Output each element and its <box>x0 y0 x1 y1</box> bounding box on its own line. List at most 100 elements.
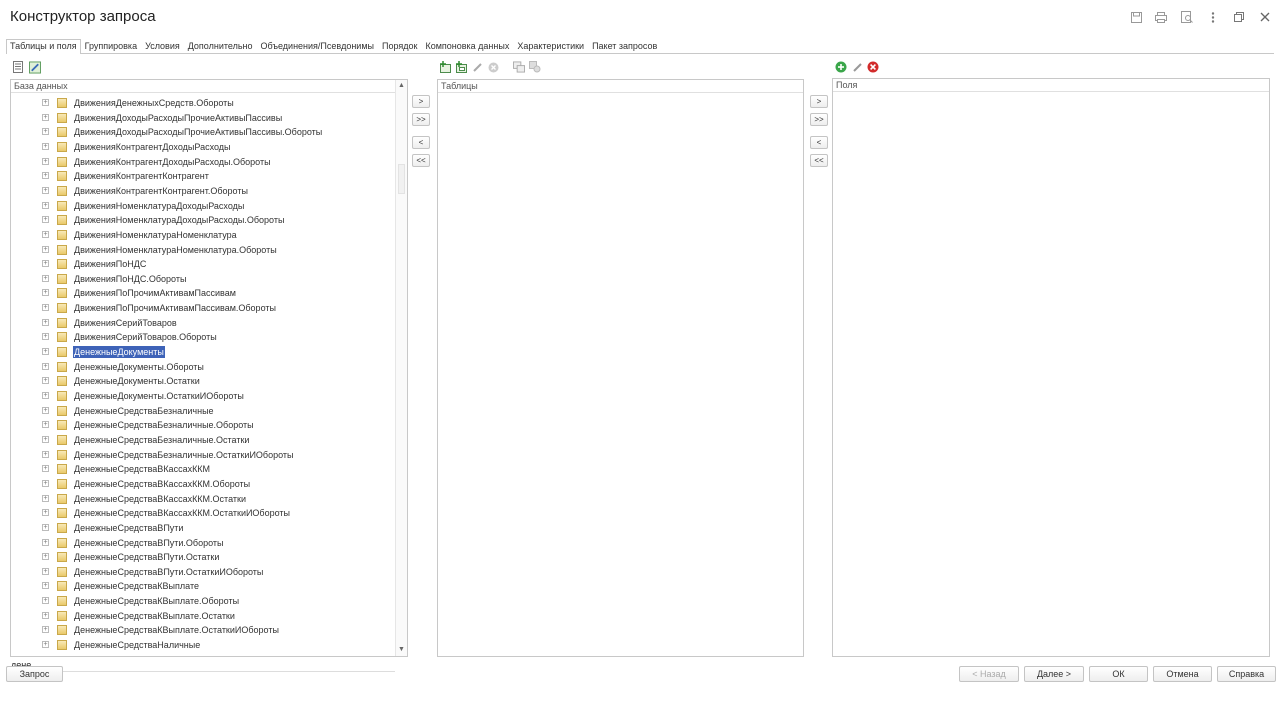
expand-icon[interactable]: + <box>42 406 49 414</box>
add-table-button[interactable]: > <box>412 95 430 108</box>
expand-icon[interactable]: + <box>42 99 49 106</box>
expand-icon[interactable]: + <box>42 333 49 341</box>
scroll-up-icon[interactable]: ▲ <box>398 82 405 89</box>
tree-item[interactable]: + ДенежныеСредстваБезналичные.Остатки <box>11 433 391 447</box>
expand-icon[interactable]: + <box>42 377 49 385</box>
scroll-down-icon[interactable]: ▼ <box>398 646 405 653</box>
tree-item[interactable]: + ДенежныеСредстваКВыплате.Остатки <box>11 609 391 623</box>
expand-icon[interactable]: + <box>42 611 49 619</box>
tree-item[interactable]: + ДвиженияНоменклатураДоходыРасходы.Оборо… <box>11 213 391 227</box>
tree-item[interactable]: + ДенежныеСредстваВПути.ОстаткиИОбороты <box>11 565 391 579</box>
add-table-icon[interactable] <box>439 61 451 73</box>
expand-icon[interactable]: + <box>42 362 49 370</box>
more-icon[interactable] <box>1205 9 1221 25</box>
tree-item[interactable]: + ДвиженияПоПрочимАктивамПассивам.Обороты <box>11 301 391 315</box>
delete-disabled-icon[interactable] <box>487 61 499 73</box>
tree-item[interactable]: + ДенежныеСредстваБезналичные.ОстаткиИОбо… <box>11 448 391 462</box>
expand-icon[interactable]: + <box>42 128 49 136</box>
tree-item[interactable]: + ДвиженияНоменклатураДоходыРасходы <box>11 199 391 213</box>
tree-item[interactable]: + ДенежныеСредстваВКассахККМ.ОстаткиИОбор… <box>11 506 391 520</box>
tree-item[interactable]: + ДвиженияКонтрагентКонтрагент.Обороты <box>11 184 391 198</box>
expand-icon[interactable]: + <box>42 523 49 531</box>
tab-unions-aliases[interactable]: Объединения/Псевдонимы <box>257 39 378 53</box>
database-scrollbar[interactable]: ▲ ▼ <box>395 80 407 656</box>
expand-icon[interactable]: + <box>42 172 49 180</box>
tab-additional[interactable]: Дополнительно <box>184 39 257 53</box>
add-field-button[interactable]: > <box>810 95 828 108</box>
add-all-fields-button[interactable]: >> <box>810 113 828 126</box>
expand-icon[interactable]: + <box>42 304 49 312</box>
add-all-tables-button[interactable]: >> <box>412 113 430 126</box>
expand-icon[interactable]: + <box>42 553 49 561</box>
query-button[interactable]: Запрос <box>6 666 63 682</box>
add-field-icon[interactable] <box>835 61 847 73</box>
help-button[interactable]: Справка <box>1217 666 1276 682</box>
expand-icon[interactable]: + <box>42 230 49 238</box>
tree-item[interactable]: + ДенежныеСредстваВКассахККМ <box>11 462 391 476</box>
tree-item[interactable]: + ДенежныеСредстваКВыплате.ОстаткиИОборот… <box>11 623 391 637</box>
next-button[interactable]: Далее > <box>1024 666 1084 682</box>
edit-table-icon[interactable] <box>29 61 41 73</box>
tree-item[interactable]: + ДенежныеСредстваВПути <box>11 521 391 535</box>
tree-item[interactable]: + ДенежныеДокументы.Обороты <box>11 360 391 374</box>
tree-item[interactable]: + ДвиженияКонтрагентКонтрагент <box>11 169 391 183</box>
tree-item[interactable]: + ДенежныеДокументы.Остатки <box>11 374 391 388</box>
tree-item[interactable]: + ДенежныеСредстваВКассахККМ.Остатки <box>11 492 391 506</box>
tree-item[interactable]: + ДвиженияДоходыРасходыПрочиеАктивыПассив… <box>11 125 391 139</box>
tree-item[interactable]: + ДвиженияСерийТоваров <box>11 316 391 330</box>
expand-icon[interactable]: + <box>42 186 49 194</box>
tree-item[interactable]: + ДенежныеДокументы.ОстаткиИОбороты <box>11 389 391 403</box>
save-icon[interactable] <box>1128 9 1144 25</box>
expand-icon[interactable]: + <box>42 479 49 487</box>
add-nested-table-icon[interactable] <box>455 61 467 73</box>
remove-field-button[interactable]: < <box>810 136 828 149</box>
tab-query-batch[interactable]: Пакет запросов <box>588 39 661 53</box>
expand-icon[interactable]: + <box>42 348 49 356</box>
expand-icon[interactable]: + <box>42 567 49 575</box>
preview-icon[interactable] <box>1179 9 1195 25</box>
tree-item[interactable]: + ДвиженияНоменклатураНоменклатура <box>11 228 391 242</box>
tree-item[interactable]: + ДенежныеСредстваКВыплате.Обороты <box>11 594 391 608</box>
expand-icon[interactable]: + <box>42 582 49 590</box>
tree-item[interactable]: + ДвиженияПоНДС <box>11 257 391 271</box>
tables-settings-icon[interactable] <box>529 61 541 73</box>
ok-button[interactable]: ОК <box>1089 666 1148 682</box>
tree-item[interactable]: + ДвиженияКонтрагентДоходыРасходы <box>11 140 391 154</box>
tree-item[interactable]: + ДвиженияСерийТоваров.Обороты <box>11 330 391 344</box>
restore-icon[interactable] <box>1231 9 1247 25</box>
tree-item[interactable]: + ДвиженияПоНДС.Обороты <box>11 272 391 286</box>
tree-item[interactable]: + ДвиженияКонтрагентДоходыРасходы.Обороты <box>11 155 391 169</box>
tree-item[interactable]: + ДенежныеСредстваБезналичные.Обороты <box>11 418 391 432</box>
remove-all-fields-button[interactable]: << <box>810 154 828 167</box>
expand-icon[interactable]: + <box>42 509 49 517</box>
tree-item[interactable]: + ДвиженияДенежныхСредств.Обороты <box>11 96 391 110</box>
back-button[interactable]: < Назад <box>959 666 1019 682</box>
print-icon[interactable] <box>1153 9 1169 25</box>
close-icon[interactable] <box>1257 9 1273 25</box>
delete-field-icon[interactable] <box>867 61 879 73</box>
tree-item[interactable]: + ДенежныеСредстваБезналичные <box>11 404 391 418</box>
expand-icon[interactable]: + <box>42 289 49 297</box>
tab-conditions[interactable]: Условия <box>141 39 184 53</box>
scroll-thumb[interactable] <box>398 164 405 194</box>
expand-icon[interactable]: + <box>42 216 49 224</box>
tree-item[interactable]: + ДенежныеСредстваВКассахККМ.Обороты <box>11 477 391 491</box>
tree-item[interactable]: + ДенежныеСредстваКВыплате <box>11 579 391 593</box>
expand-icon[interactable]: + <box>42 201 49 209</box>
tree-item[interactable]: + ДвиженияНоменклатураНоменклатура.Оборот… <box>11 243 391 257</box>
tree-item[interactable]: + ДвиженияПоПрочимАктивамПассивам <box>11 286 391 300</box>
expand-icon[interactable]: + <box>42 274 49 282</box>
tree-item[interactable]: + ДенежныеСредстваНаличные <box>11 638 391 652</box>
expand-icon[interactable]: + <box>42 435 49 443</box>
expand-icon[interactable]: + <box>42 641 49 649</box>
cancel-button[interactable]: Отмена <box>1153 666 1212 682</box>
replace-table-icon[interactable] <box>513 61 525 73</box>
expand-icon[interactable]: + <box>42 245 49 253</box>
expand-icon[interactable]: + <box>42 465 49 473</box>
expand-icon[interactable]: + <box>42 450 49 458</box>
expand-icon[interactable]: + <box>42 260 49 268</box>
tab-characteristics[interactable]: Характеристики <box>513 39 588 53</box>
expand-icon[interactable]: + <box>42 392 49 399</box>
database-search-input[interactable] <box>11 659 394 670</box>
expand-icon[interactable]: + <box>42 494 49 502</box>
